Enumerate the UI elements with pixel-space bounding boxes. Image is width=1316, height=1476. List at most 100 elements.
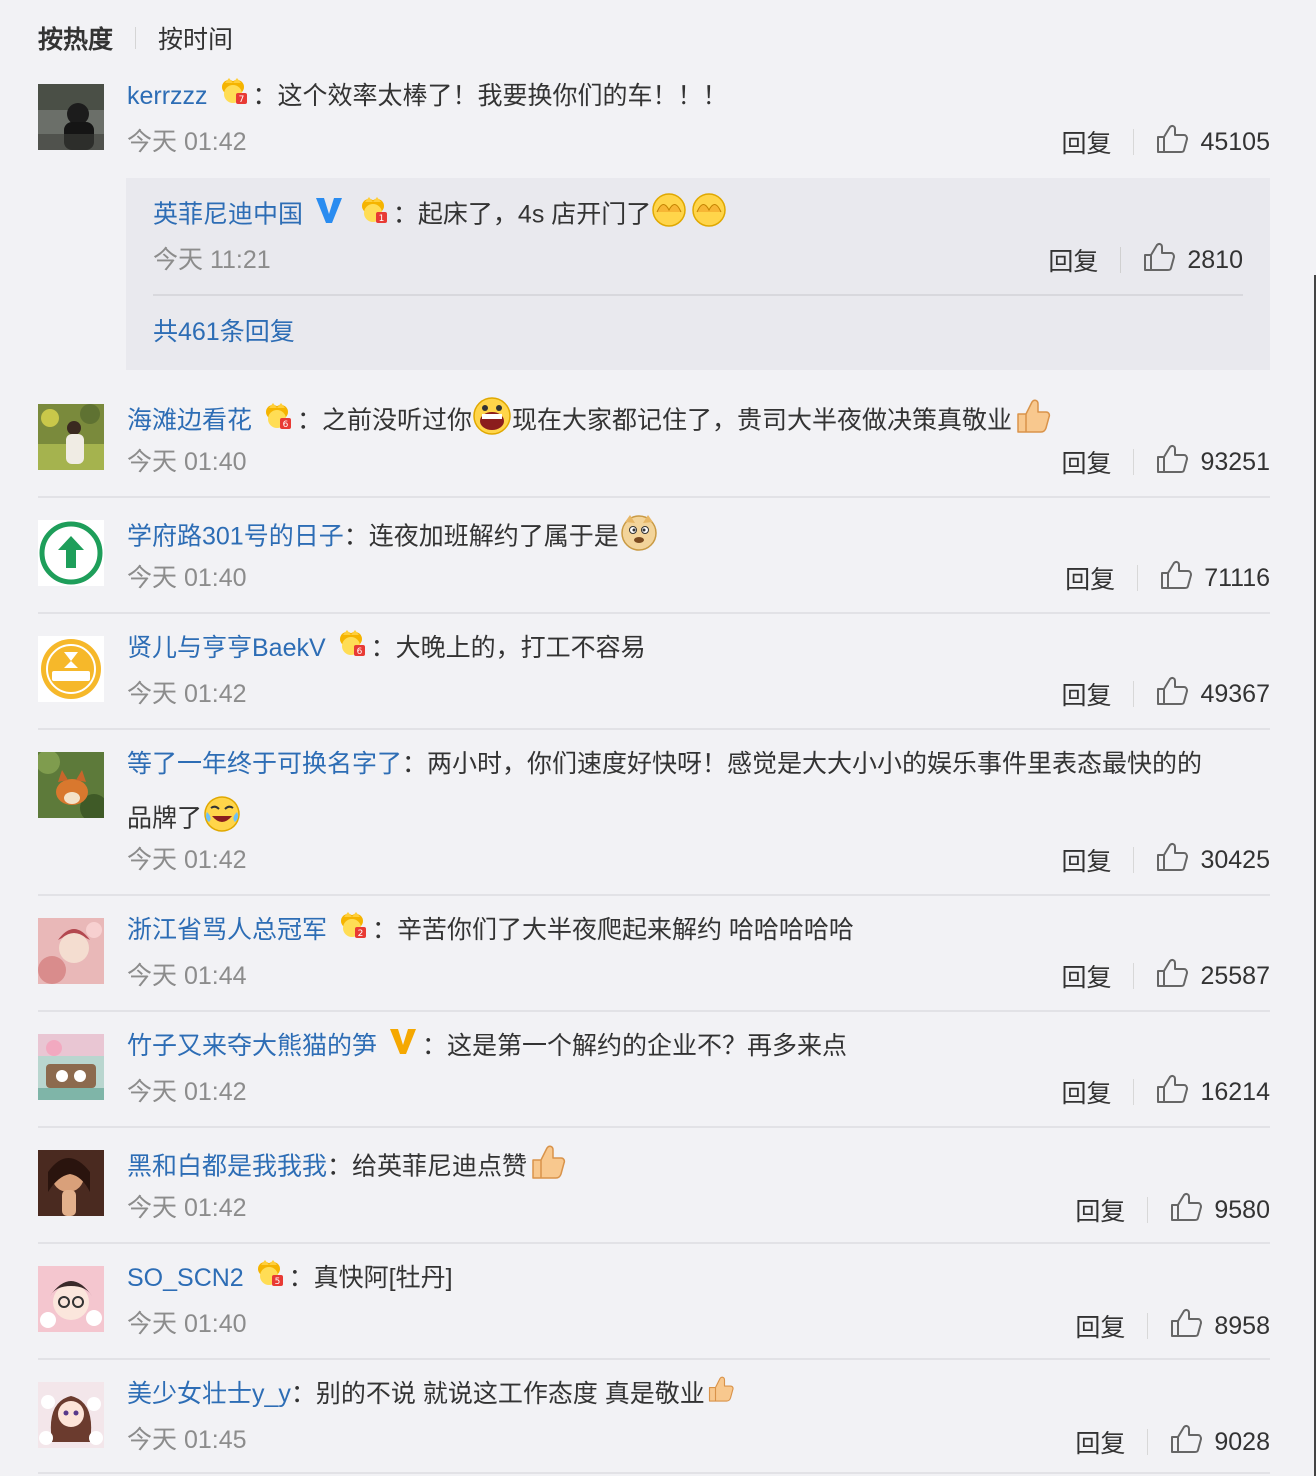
avatar[interactable] bbox=[38, 404, 104, 470]
username-link[interactable]: 海滩边看花 bbox=[127, 407, 252, 435]
username-link[interactable]: SO_SCN2 bbox=[127, 1264, 244, 1292]
sub-reply-username-link[interactable]: 英菲尼迪中国 bbox=[153, 201, 303, 229]
avatar[interactable] bbox=[38, 1034, 104, 1100]
username-link[interactable]: 竹子又来夺大熊猫的笋 bbox=[127, 1032, 377, 1060]
reply-button[interactable]: 回复 bbox=[1065, 560, 1115, 596]
comment-text: ：两小时，你们速度好快呀！感觉是大大小小的娱乐事件里表态最快的的 bbox=[402, 750, 1203, 778]
comment-text: ：这个效率太棒了！我要换你们的车！！！ bbox=[252, 82, 728, 110]
verified-v-icon bbox=[314, 195, 344, 237]
thumbs-up-emoji-icon bbox=[705, 1374, 735, 1416]
comment-time: 今天 01:42 bbox=[127, 846, 247, 874]
comment-text: ：大晚上的，打工不容易 bbox=[370, 634, 646, 662]
svg-text:5: 5 bbox=[274, 1277, 280, 1287]
sort-by-hot-tab[interactable]: 按热度 bbox=[38, 20, 113, 56]
thumbs-up-icon[interactable] bbox=[1156, 676, 1189, 713]
sort-by-time-tab[interactable]: 按时间 bbox=[158, 20, 233, 56]
action-divider bbox=[1147, 1197, 1149, 1223]
comment-time: 今天 01:44 bbox=[127, 962, 247, 990]
vip-crown-icon: 6 bbox=[337, 628, 367, 670]
avatar[interactable] bbox=[38, 636, 104, 702]
comment-divider bbox=[38, 1472, 1270, 1474]
action-divider bbox=[1120, 247, 1122, 273]
comment-divider bbox=[38, 1010, 1270, 1012]
comment-time: 今天 01:42 bbox=[127, 680, 247, 708]
vip-crown-icon: 7 bbox=[219, 76, 249, 118]
action-divider bbox=[1133, 681, 1135, 707]
sub-reply-time: 今天 11:21 bbox=[153, 246, 271, 274]
action-divider bbox=[1133, 129, 1135, 155]
comment-text: ：真快阿[牡丹] bbox=[288, 1264, 453, 1292]
reply-button[interactable]: 回复 bbox=[1061, 958, 1111, 994]
thumbs-up-icon[interactable] bbox=[1156, 958, 1189, 995]
comment-text: ：连夜加班解约了属于是 bbox=[343, 522, 619, 551]
reply-button[interactable]: 回复 bbox=[1061, 444, 1111, 480]
like-count: 30425 bbox=[1200, 845, 1270, 874]
thumbs-up-icon[interactable] bbox=[1156, 124, 1189, 161]
reply-button[interactable]: 回复 bbox=[1075, 1192, 1125, 1228]
reply-button[interactable]: 回复 bbox=[1061, 1074, 1111, 1110]
svg-text:2: 2 bbox=[358, 929, 364, 939]
reply-button[interactable]: 回复 bbox=[1061, 676, 1111, 712]
sub-reply-divider bbox=[153, 294, 1243, 296]
thumbs-up-icon[interactable] bbox=[1143, 242, 1176, 279]
like-count: 93251 bbox=[1200, 447, 1270, 476]
view-all-replies-link[interactable]: 共461条回复 bbox=[153, 312, 295, 352]
comment-text: ：别的不说 就说这工作态度 真是敬业 bbox=[290, 1380, 705, 1408]
comment-divider bbox=[38, 496, 1270, 498]
username-link[interactable]: kerrzzz bbox=[127, 82, 208, 110]
vip-crown-icon: 6 bbox=[263, 401, 293, 443]
username-link[interactable]: 黑和白都是我我我 bbox=[127, 1153, 327, 1181]
username-link[interactable]: 等了一年终于可换名字了 bbox=[127, 750, 402, 778]
vip-crown-icon: 1 bbox=[359, 195, 389, 237]
like-count: 45105 bbox=[1200, 127, 1270, 156]
like-count: 49367 bbox=[1200, 679, 1270, 708]
svg-text:1: 1 bbox=[379, 214, 385, 224]
laugh-cry-emoji-icon bbox=[202, 794, 242, 846]
comment-text-continued: 现在大家都记住了，贵司大半夜做决策真敬业 bbox=[511, 406, 1012, 435]
like-count: 8958 bbox=[1214, 1311, 1270, 1340]
like-count: 16214 bbox=[1200, 1077, 1270, 1106]
comment-text-continued: 品牌了 bbox=[127, 804, 203, 833]
reply-button[interactable]: 回复 bbox=[1075, 1424, 1125, 1460]
comment-time: 今天 01:42 bbox=[127, 1194, 247, 1222]
avatar[interactable] bbox=[38, 520, 104, 586]
thumbs-up-icon[interactable] bbox=[1170, 1192, 1203, 1229]
comment-text: ：之前没听过你 bbox=[296, 406, 472, 435]
avatar[interactable] bbox=[38, 1382, 104, 1448]
reply-button[interactable]: 回复 bbox=[1075, 1308, 1125, 1344]
thumbs-up-emoji-icon bbox=[1012, 396, 1052, 448]
username-link[interactable]: 美少女壮士y_y bbox=[127, 1380, 291, 1408]
comment-time: 今天 01:40 bbox=[127, 1310, 247, 1338]
reply-button[interactable]: 回复 bbox=[1061, 124, 1111, 160]
username-link[interactable]: 浙江省骂人总冠军 bbox=[127, 916, 327, 944]
shocked-face-emoji-icon bbox=[472, 396, 512, 448]
comment-time: 今天 01:40 bbox=[127, 448, 247, 476]
cover-face-emoji-icon bbox=[651, 192, 731, 240]
comment-divider bbox=[38, 728, 1270, 730]
thumbs-up-icon[interactable] bbox=[1156, 444, 1189, 481]
thumbs-up-icon[interactable] bbox=[1170, 1308, 1203, 1345]
thumbs-up-icon[interactable] bbox=[1160, 560, 1193, 597]
avatar[interactable] bbox=[38, 84, 104, 150]
svg-text:6: 6 bbox=[356, 647, 362, 657]
username-link[interactable]: 学府路301号的日子 bbox=[127, 523, 344, 551]
thumbs-up-icon[interactable] bbox=[1156, 842, 1189, 879]
comment-divider bbox=[38, 1358, 1270, 1360]
reply-button[interactable]: 回复 bbox=[1061, 842, 1111, 878]
comment-text: ：辛苦你们了大半夜爬起来解约 哈哈哈哈哈 bbox=[371, 916, 854, 944]
reply-button[interactable]: 回复 bbox=[1048, 242, 1098, 278]
thumbs-up-icon[interactable] bbox=[1170, 1424, 1203, 1461]
svg-text:6: 6 bbox=[283, 420, 289, 430]
action-divider bbox=[1133, 963, 1135, 989]
avatar[interactable] bbox=[38, 1150, 104, 1216]
like-count: 9580 bbox=[1214, 1195, 1270, 1224]
like-count: 2810 bbox=[1187, 245, 1243, 274]
svg-text:7: 7 bbox=[238, 95, 244, 105]
thumbs-up-icon[interactable] bbox=[1156, 1074, 1189, 1111]
avatar[interactable] bbox=[38, 752, 104, 818]
avatar[interactable] bbox=[38, 1266, 104, 1332]
username-link[interactable]: 贤儿与亨亨BaekV bbox=[127, 634, 326, 662]
avatar[interactable] bbox=[38, 918, 104, 984]
like-count: 25587 bbox=[1200, 961, 1270, 990]
comment-time: 今天 01:42 bbox=[127, 1078, 247, 1106]
